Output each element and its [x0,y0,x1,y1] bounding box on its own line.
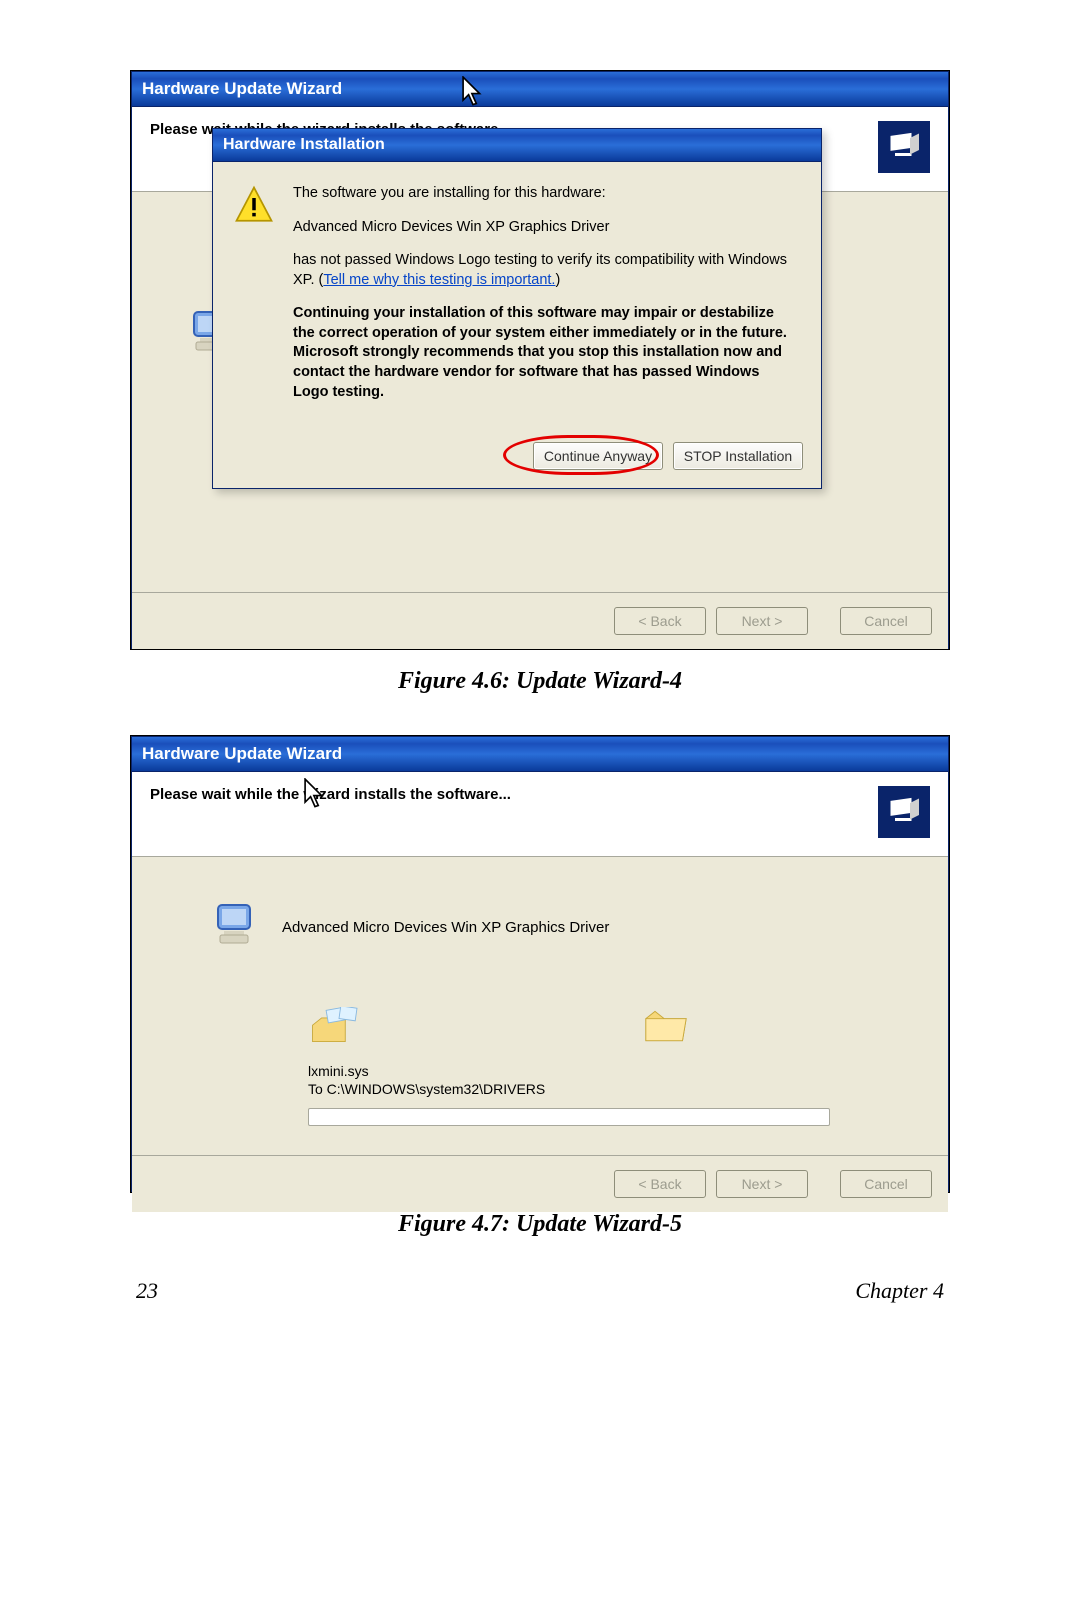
wizard-titlebar-2: Hardware Update Wizard [132,737,948,772]
wizard-heading-2: Please wait while the wizard installs th… [150,786,878,803]
hardware-installation-dialog: Hardware Installation The software you a… [212,128,822,489]
files-transfer-icon [308,1007,368,1052]
back-button: < Back [614,607,706,635]
page-footer: 23 Chapter 4 [130,1278,950,1304]
wizard-title-text: Hardware Update Wizard [142,79,342,99]
warning-icon [233,184,275,416]
copy-destination: To C:\WINDOWS\system32\DRIVERS [308,1080,828,1098]
copy-file-name: lxmini.sys [308,1062,828,1080]
continue-anyway-button[interactable]: Continue Anyway [533,442,663,470]
dialog-line2: Advanced Micro Devices Win XP Graphics D… [293,218,797,238]
wizard-titlebar: Hardware Update Wizard [132,72,948,107]
chapter-label: Chapter 4 [855,1278,944,1304]
hardware-update-wizard-window-2: Hardware Update Wizard Please wait while… [131,736,949,1192]
cancel-button: Cancel [840,607,932,635]
dialog-warning-paragraph: Continuing your installation of this sof… [293,304,797,402]
computer-icon-2 [214,901,262,953]
figure-4-6-caption: Figure 4.6: Update Wizard-4 [130,668,950,695]
destination-folder-icon [644,1007,688,1052]
dialog-title-text: Hardware Installation [223,136,385,154]
figure-4-6: Hardware Update Wizard Please wait while… [130,70,950,650]
wizard-footer: < Back Next > Cancel [132,592,948,649]
wizard-logo-icon [878,121,930,173]
progress-bar [308,1108,830,1126]
wizard-logo-icon-2 [878,786,930,838]
figure-4-7-caption: Figure 4.7: Update Wizard-5 [130,1211,950,1238]
dialog-text: The software you are installing for this… [293,184,797,416]
dialog-line1: The software you are installing for this… [293,184,797,204]
wizard-footer-2: < Back Next > Cancel [132,1155,948,1212]
cancel-button-2: Cancel [840,1170,932,1198]
dialog-footer: Continue Anyway STOP Installation [213,436,821,488]
wizard-body-2: Advanced Micro Devices Win XP Graphics D… [132,857,948,1155]
mouse-cursor-icon-2 [304,778,326,808]
page-number: 23 [136,1278,158,1304]
driver-name-text: Advanced Micro Devices Win XP Graphics D… [282,919,609,936]
stop-installation-button[interactable]: STOP Installation [673,442,803,470]
tell-me-why-link[interactable]: Tell me why this testing is important. [323,272,555,288]
dialog-titlebar: Hardware Installation [213,129,821,162]
dialog-line3: has not passed Windows Logo testing to v… [293,251,797,290]
back-button-2: < Back [614,1170,706,1198]
hardware-update-wizard-window: Hardware Update Wizard Please wait while… [131,71,949,649]
mouse-cursor-icon [462,76,484,106]
next-button-2: Next > [716,1170,808,1198]
wizard-title-text-2: Hardware Update Wizard [142,744,342,764]
next-button: Next > [716,607,808,635]
figure-4-7: Hardware Update Wizard Please wait while… [130,735,950,1193]
wizard-header-2: Please wait while the wizard installs th… [132,772,948,857]
